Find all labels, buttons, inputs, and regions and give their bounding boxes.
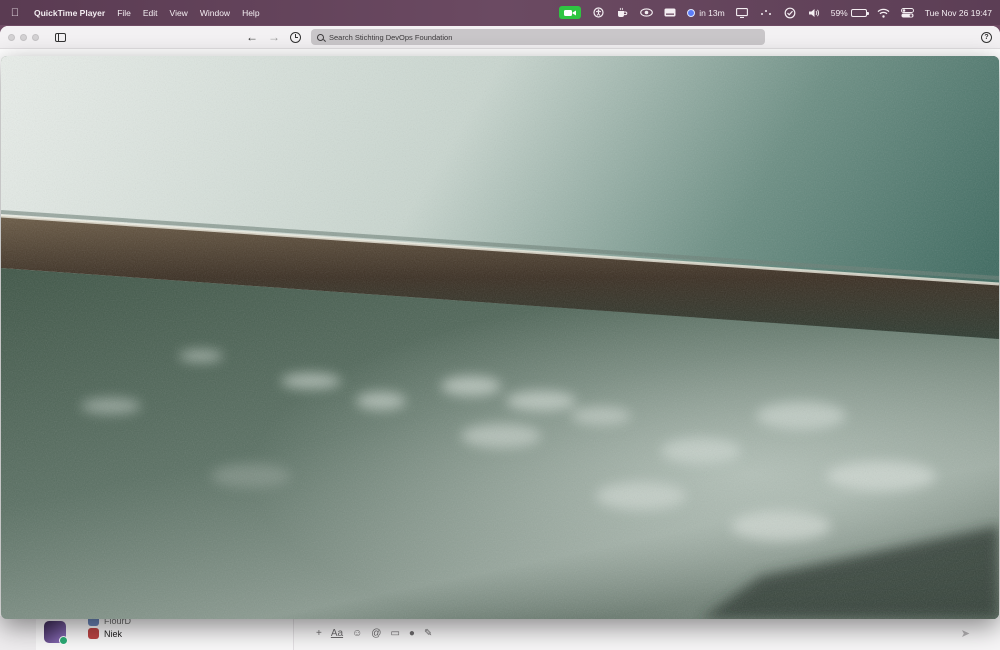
accessibility-icon[interactable] <box>591 6 605 20</box>
mic-icon[interactable]: ● <box>409 628 415 639</box>
window-controls <box>8 33 39 41</box>
eye-icon[interactable] <box>639 6 653 20</box>
dots-icon[interactable] <box>759 6 773 20</box>
battery-percent: 59% <box>830 7 848 18</box>
history-icon[interactable] <box>290 31 301 43</box>
message-composer-toolbar: + Aa ☺ @ ▭ ● ✎ ➤ <box>294 616 1000 650</box>
quicktime-video-window[interactable] <box>1 56 999 619</box>
forward-arrow-icon[interactable]: → <box>268 30 280 44</box>
dm-label: Niek <box>104 628 123 639</box>
facetime-video-icon[interactable] <box>559 6 582 19</box>
channel-sidebar: FlourD Niek <box>36 615 294 650</box>
display-icon[interactable] <box>735 6 749 20</box>
battery-icon <box>850 8 869 17</box>
workspace-rail <box>0 616 36 650</box>
menu-bar:  QuickTime Player File Edit View Window… <box>0 0 1000 25</box>
menu-view[interactable]: View <box>170 8 188 18</box>
meeting-time: in 13m <box>699 7 725 18</box>
search-bar[interactable]: Search Stichting DevOps Foundation <box>311 29 765 45</box>
emoji-icon[interactable]: ☺ <box>352 628 362 639</box>
video-frame <box>1 56 999 619</box>
plus-icon[interactable]: + <box>316 628 322 639</box>
back-arrow-icon[interactable]: ← <box>246 30 258 44</box>
menu-help[interactable]: Help <box>242 8 259 18</box>
apple-menu-icon[interactable]:  <box>8 7 22 19</box>
search-placeholder: Search Stichting DevOps Foundation <box>329 32 453 42</box>
battery-status[interactable]: 59% <box>830 7 869 18</box>
app-menu[interactable]: QuickTime Player <box>34 8 105 18</box>
coffee-icon[interactable] <box>615 6 629 20</box>
window-titlebar: ← → Search Stichting DevOps Foundation ? <box>0 26 1000 49</box>
send-icon[interactable]: ➤ <box>961 627 970 640</box>
dm-item[interactable]: Niek <box>88 628 122 639</box>
dm-avatar <box>88 628 99 639</box>
search-icon <box>317 33 324 41</box>
close-window-icon[interactable] <box>8 33 15 41</box>
sync-icon[interactable] <box>783 6 797 20</box>
clock[interactable]: Tue Nov 26 19:47 <box>925 8 992 18</box>
mention-icon[interactable]: @ <box>371 628 381 639</box>
menu-edit[interactable]: Edit <box>143 8 158 18</box>
help-icon[interactable]: ? <box>981 31 992 43</box>
menu-file[interactable]: File <box>117 8 131 18</box>
calendar-icon <box>687 8 696 17</box>
control-center-icon[interactable] <box>901 6 915 20</box>
menu-window[interactable]: Window <box>200 8 230 18</box>
wifi-icon[interactable] <box>877 6 891 20</box>
video-icon[interactable]: ▭ <box>390 628 399 639</box>
user-avatar[interactable] <box>44 621 68 645</box>
meeting-reminder[interactable]: in 13m <box>687 8 725 18</box>
keyboard-icon[interactable] <box>663 6 677 20</box>
minimize-window-icon[interactable] <box>20 33 27 41</box>
format-icon[interactable]: Aa <box>331 628 343 639</box>
volume-icon[interactable] <box>807 6 821 20</box>
zoom-window-icon[interactable] <box>32 33 39 41</box>
shortcut-icon[interactable]: ✎ <box>424 628 432 639</box>
bottom-strip: FlourD Niek + Aa ☺ @ ▭ ● ✎ ➤ <box>0 615 1000 650</box>
sidebar-toggle-icon[interactable] <box>55 32 66 42</box>
